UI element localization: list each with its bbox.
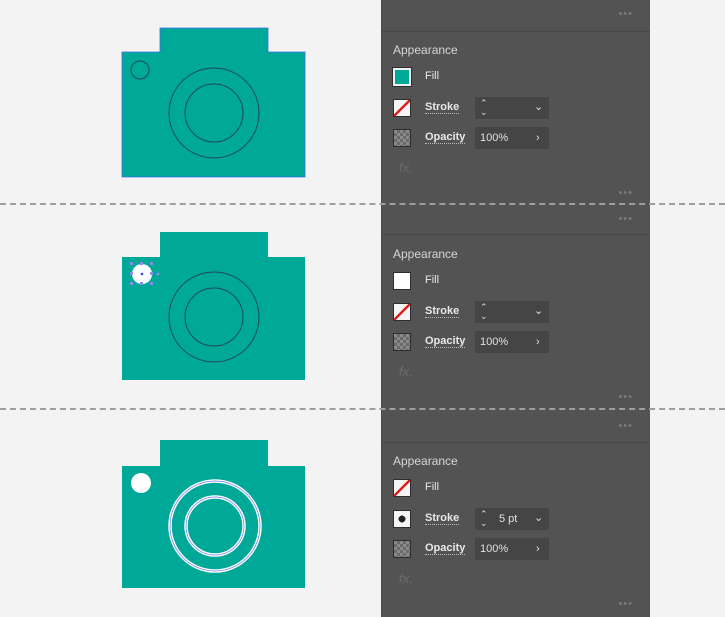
opacity-label[interactable]: Opacity <box>425 542 466 555</box>
appearance-section-1: ••• Appearance Fill Stroke ⌃ ⌄ ⌄ Opacity … <box>381 0 650 205</box>
camera-3[interactable] <box>122 440 305 588</box>
more-options-icon[interactable]: ••• <box>618 598 633 610</box>
stroke-none-swatch[interactable] <box>393 99 411 117</box>
fill-none-swatch[interactable] <box>393 479 411 497</box>
fx-icon[interactable]: fx. <box>399 571 413 586</box>
appearance-section-2: ••• Appearance Fill Stroke ⌃ ⌄ ⌄ Opacity … <box>381 205 650 410</box>
fill-label: Fill <box>425 481 440 493</box>
opacity-label[interactable]: Opacity <box>425 335 466 348</box>
chevron-down-icon: ⌄ <box>534 101 544 113</box>
stroke-swatch[interactable] <box>393 510 411 528</box>
stroke-label[interactable]: Stroke <box>425 512 460 525</box>
chevron-down-icon: ⌄ <box>534 512 544 524</box>
more-options-icon[interactable]: ••• <box>618 213 633 225</box>
fx-icon[interactable]: fx. <box>399 160 413 175</box>
stroke-none-swatch[interactable] <box>393 303 411 321</box>
stroke-label[interactable]: Stroke <box>425 305 460 318</box>
chevron-right-icon: › <box>536 132 540 144</box>
opacity-row: Opacity 100% › <box>393 127 653 149</box>
stroke-row: Stroke ⌃ ⌄ ⌄ <box>393 301 653 323</box>
stroke-row: Stroke ⌃ ⌄ ⌄ <box>393 97 653 119</box>
artboard-canvas[interactable] <box>0 0 381 617</box>
opacity-field[interactable]: 100% › <box>475 538 549 560</box>
stroke-weight-field[interactable]: ⌃ ⌄ ⌄ <box>475 301 549 323</box>
chevron-right-icon: › <box>536 543 540 555</box>
opacity-row: Opacity 100% › <box>393 331 653 353</box>
section-title: Appearance <box>393 454 458 468</box>
fill-row: Fill <box>392 66 653 88</box>
stroke-row: Stroke ⌃ ⌄ 5 pt ⌄ <box>393 508 653 530</box>
fill-label: Fill <box>425 70 440 82</box>
fx-icon[interactable]: fx. <box>399 364 413 379</box>
separator-line <box>0 203 725 205</box>
more-options-icon[interactable]: ••• <box>618 8 633 20</box>
opacity-icon <box>393 129 411 147</box>
stroke-label[interactable]: Stroke <box>425 101 460 114</box>
opacity-row: Opacity 100% › <box>393 538 653 560</box>
more-options-icon[interactable]: ••• <box>618 391 633 403</box>
opacity-field[interactable]: 100% › <box>475 127 549 149</box>
more-options-icon[interactable]: ••• <box>618 187 633 199</box>
more-options-icon[interactable]: ••• <box>618 420 633 432</box>
fill-label: Fill <box>425 274 440 286</box>
opacity-field[interactable]: 100% › <box>475 331 549 353</box>
separator-line <box>0 408 725 410</box>
opacity-icon <box>393 540 411 558</box>
camera-2[interactable] <box>122 232 305 380</box>
opacity-icon <box>393 333 411 351</box>
fill-row: Fill <box>393 270 653 292</box>
chevron-right-icon: › <box>536 336 540 348</box>
fill-row: Fill <box>393 477 653 499</box>
section-title: Appearance <box>393 247 458 261</box>
chevron-down-icon: ⌄ <box>534 305 544 317</box>
section-title: Appearance <box>393 43 458 57</box>
stroke-weight-field[interactable]: ⌃ ⌄ 5 pt ⌄ <box>475 508 549 530</box>
appearance-section-3: ••• Appearance Fill Stroke ⌃ ⌄ 5 pt ⌄ Opa… <box>381 411 650 617</box>
fill-swatch[interactable] <box>393 272 411 290</box>
fill-swatch[interactable] <box>392 67 412 87</box>
stroke-weight-field[interactable]: ⌃ ⌄ ⌄ <box>475 97 549 119</box>
opacity-label[interactable]: Opacity <box>425 131 466 144</box>
camera-1[interactable] <box>121 27 306 178</box>
